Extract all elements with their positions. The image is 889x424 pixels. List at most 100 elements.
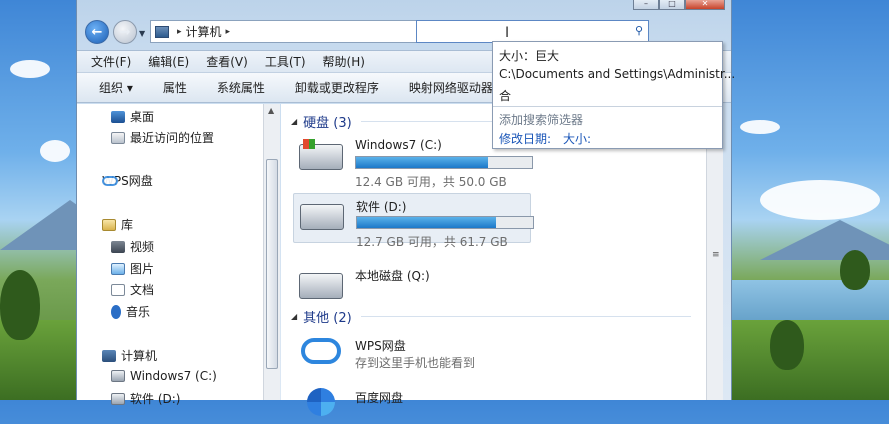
baidu-netdisk-icon	[307, 388, 335, 416]
drive-name: 软件 (D:)	[356, 200, 407, 214]
menu-file[interactable]: 文件(F)	[91, 53, 131, 70]
video-icon	[111, 240, 125, 253]
maximize-button[interactable]: □	[659, 0, 685, 10]
organize-button[interactable]: 组织 ▾	[99, 79, 133, 96]
group-divider	[361, 316, 691, 317]
drive-name: 本地磁盘 (Q:)	[355, 269, 430, 283]
collapse-icon[interactable]: ◢	[291, 312, 297, 321]
navigation-pane: 桌面 最近访问的位置 WPS网盘 库 视频 图片 文档 音乐 计算机 Windo…	[77, 104, 273, 406]
map-network-drive-button[interactable]: 映射网络驱动器	[409, 79, 493, 96]
nav-item-label: 桌面	[130, 110, 155, 124]
add-search-filter-label: 添加搜索筛选器	[499, 113, 584, 127]
nav-item-documents[interactable]: 文档	[111, 281, 154, 298]
scroll-up-icon[interactable]: ▲	[268, 106, 274, 115]
breadcrumb-arrow-icon[interactable]: ▸	[226, 27, 231, 37]
drive-space-info: 12.4 GB 可用，共 50.0 GB	[355, 175, 507, 189]
recent-places-icon	[111, 131, 125, 144]
drive-name: Windows7 (C:)	[355, 138, 442, 152]
drive-usage-fill	[356, 157, 488, 168]
minimize-button[interactable]: –	[633, 0, 659, 10]
nav-item-music[interactable]: 音乐	[111, 303, 150, 320]
arrow-right-icon: →	[119, 24, 131, 40]
drive-icon	[111, 392, 125, 405]
hard-drive-icon	[300, 204, 344, 230]
library-icon	[102, 218, 116, 231]
scrollbar-grip-icon[interactable]: ≡	[712, 250, 720, 260]
system-properties-button[interactable]: 系统属性	[217, 79, 265, 96]
menu-view[interactable]: 查看(V)	[206, 53, 248, 70]
nav-item-label: 音乐	[126, 305, 151, 319]
nav-item-label: 视频	[130, 240, 155, 254]
computer-icon	[102, 349, 116, 362]
menu-tools[interactable]: 工具(T)	[265, 53, 306, 70]
nav-item-label: 库	[121, 218, 134, 232]
suggestion-path[interactable]: C:\Documents and Settings\Administr...	[499, 67, 735, 81]
suggestion-history-item[interactable]: 合	[499, 87, 511, 104]
drive-space-info: 12.7 GB 可用，共 61.7 GB	[356, 235, 508, 249]
menu-help[interactable]: 帮助(H)	[323, 53, 365, 70]
nav-item-pictures[interactable]: 图片	[111, 260, 154, 277]
drive-item-d[interactable]: 软件 (D:) 12.7 GB 可用，共 61.7 GB	[293, 193, 534, 249]
music-icon	[111, 304, 121, 319]
close-button[interactable]: ✕	[685, 0, 725, 10]
other-item-baidu[interactable]: 百度网盘	[293, 384, 593, 424]
nav-item-label: 计算机	[121, 349, 158, 363]
cloud-icon	[102, 175, 118, 186]
group-header-hard-drives[interactable]: ◢ 硬盘 (3)	[291, 112, 352, 131]
uninstall-program-button[interactable]: 卸载或更改程序	[295, 79, 379, 96]
scrollbar-thumb[interactable]	[266, 159, 278, 369]
nav-item-label: Windows7 (C:)	[130, 369, 217, 383]
breadcrumb-computer[interactable]: 计算机	[186, 23, 222, 40]
windows-logo-icon	[303, 139, 315, 149]
item-name: 百度网盘	[355, 391, 404, 405]
hard-drive-icon	[299, 273, 343, 299]
back-button[interactable]: ←	[85, 20, 109, 44]
breadcrumb-arrow-icon[interactable]: ▸	[177, 27, 182, 37]
item-name: WPS网盘	[355, 339, 406, 353]
nav-item-desktop[interactable]: 桌面	[111, 108, 154, 125]
collapse-icon[interactable]: ◢	[291, 117, 297, 126]
drive-usage-bar	[356, 216, 534, 229]
nav-item-label: 图片	[130, 262, 155, 276]
group-header-other[interactable]: ◢ 其他 (2)	[291, 307, 352, 326]
nav-item-computer[interactable]: 计算机	[102, 347, 157, 364]
nav-item-label: 最近访问的位置	[130, 131, 215, 145]
search-icon[interactable]: ⚲	[635, 24, 643, 37]
menu-edit[interactable]: 编辑(E)	[148, 53, 189, 70]
computer-icon	[155, 25, 169, 38]
group-label: 硬盘 (3)	[303, 116, 352, 131]
nav-item-drive-d[interactable]: 软件 (D:)	[111, 390, 180, 407]
nav-item-videos[interactable]: 视频	[111, 238, 154, 255]
drive-item-q[interactable]: 本地磁盘 (Q:)	[293, 263, 531, 313]
suggestion-size-huge[interactable]: 大小：巨大	[499, 47, 559, 64]
recent-pages-dropdown[interactable]: ▼	[139, 29, 145, 38]
nav-item-wps-cloud[interactable]: WPS网盘	[102, 172, 153, 189]
search-suggestions-dropdown: 大小：巨大 C:\Documents and Settings\Administ…	[492, 41, 735, 149]
drive-usage-bar	[355, 156, 533, 169]
nav-item-libraries[interactable]: 库	[102, 216, 133, 233]
window-caption-buttons: – □ ✕	[633, 0, 725, 10]
filter-date-modified[interactable]: 修改日期:	[499, 130, 551, 147]
other-item-wps[interactable]: WPS网盘 存到这里手机也能看到	[293, 334, 593, 374]
nav-item-label: 软件 (D:)	[130, 392, 181, 406]
navigation-pane-scrollbar[interactable]: ▲	[263, 104, 280, 400]
text-cursor-icon: I	[505, 25, 510, 41]
picture-icon	[111, 262, 125, 275]
filter-size[interactable]: 大小:	[563, 130, 591, 147]
nav-item-recent-places[interactable]: 最近访问的位置	[111, 129, 214, 146]
hard-drive-icon	[299, 139, 343, 170]
nav-item-label: 文档	[130, 283, 155, 297]
drive-usage-fill	[357, 217, 497, 228]
desktop-icon	[111, 110, 125, 123]
nav-item-drive-c[interactable]: Windows7 (C:)	[111, 369, 217, 383]
dropdown-divider	[493, 106, 722, 107]
forward-button[interactable]: →	[113, 20, 137, 44]
drive-icon	[111, 370, 125, 382]
search-box[interactable]: I ⚲	[416, 20, 649, 43]
group-label: 其他 (2)	[303, 311, 352, 326]
wps-cloud-icon	[301, 338, 341, 364]
arrow-left-icon: ←	[91, 24, 103, 40]
properties-button[interactable]: 属性	[163, 79, 187, 96]
document-icon	[111, 283, 125, 296]
item-description: 存到这里手机也能看到	[355, 356, 476, 370]
